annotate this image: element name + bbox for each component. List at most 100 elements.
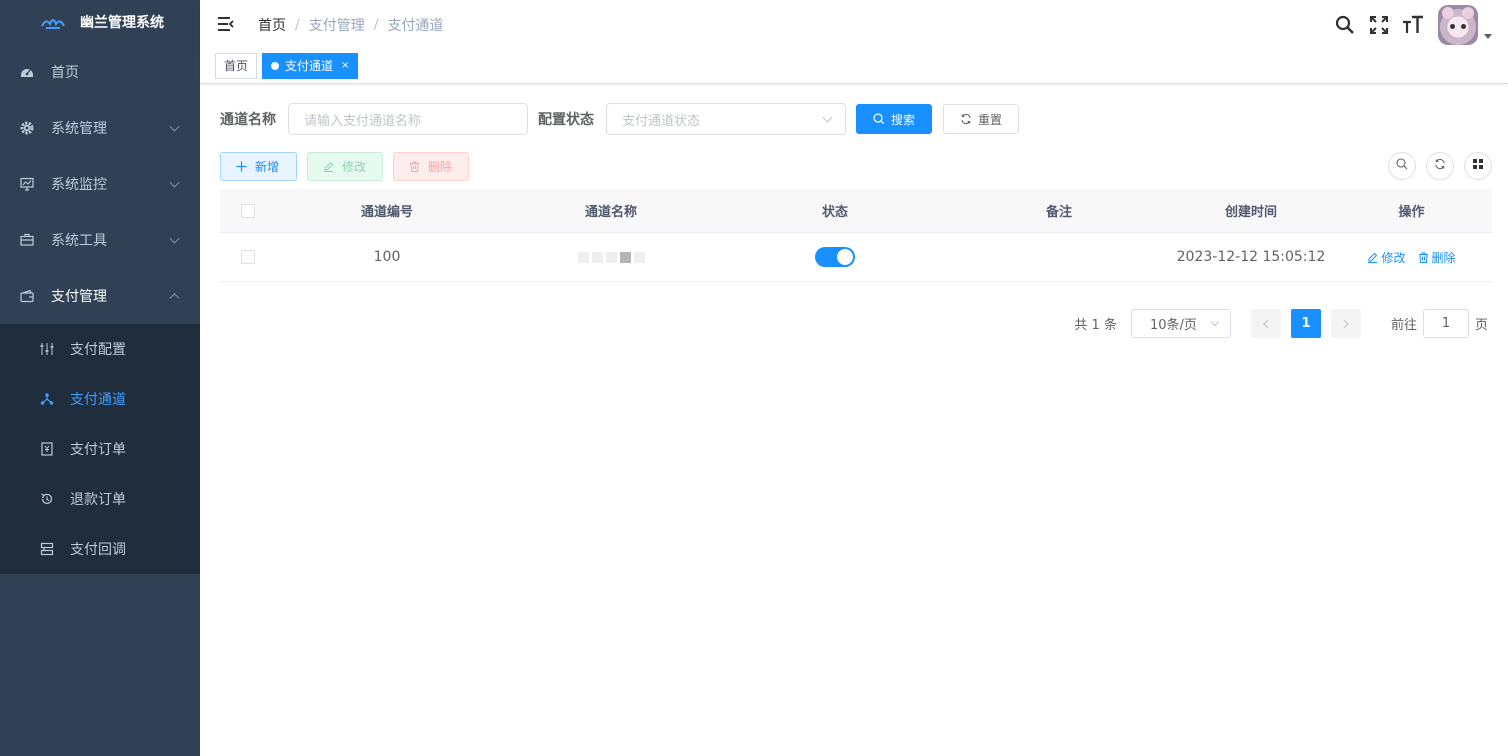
- prev-page-button[interactable]: [1250, 309, 1281, 338]
- blur-block: [633, 251, 645, 263]
- close-icon[interactable]: ×: [341, 54, 349, 78]
- sidebar-item-label: 支付回调: [70, 542, 126, 558]
- dashboard-icon: [20, 65, 34, 79]
- columns-button[interactable]: [1464, 152, 1492, 180]
- reset-button[interactable]: 重置: [943, 104, 1019, 134]
- header-remark: 备注: [1045, 205, 1072, 220]
- add-button[interactable]: 新增: [220, 152, 297, 181]
- grid-icon: [1472, 158, 1484, 174]
- sidebar-item-pay-config[interactable]: 支付配置: [0, 324, 200, 374]
- caret-down-icon[interactable]: [1484, 33, 1492, 39]
- channel-name-input[interactable]: 请输入支付通道名称: [288, 103, 528, 135]
- table-row: 100 2023-12-12 15:05:12 修改 删除: [220, 233, 1492, 282]
- chevron-left-icon: [1263, 319, 1269, 328]
- row-delete-link[interactable]: 删除: [1418, 249, 1456, 266]
- breadcrumb-item-home[interactable]: 首页: [258, 15, 286, 35]
- switch-knob: [837, 249, 853, 265]
- refresh-icon: [960, 113, 972, 125]
- toolbox-icon: [20, 233, 34, 247]
- page-number-current[interactable]: 1: [1290, 309, 1321, 338]
- avatar-ear: [1442, 7, 1454, 19]
- chevron-down-icon: [822, 112, 833, 123]
- edit-button[interactable]: 修改: [307, 152, 383, 181]
- chevron-down-icon: [1210, 317, 1220, 327]
- refresh-button[interactable]: [1426, 152, 1454, 180]
- avatar[interactable]: [1438, 5, 1478, 45]
- toggle-search-button[interactable]: [1388, 152, 1416, 180]
- sidebar-item-refund-order[interactable]: 退款订单: [0, 474, 200, 524]
- status-label: 配置状态: [538, 112, 594, 128]
- breadcrumb-item-payment: 支付管理: [308, 18, 365, 34]
- status-placeholder: 支付通道状态: [622, 113, 701, 129]
- row-delete-label: 删除: [1431, 250, 1456, 265]
- fullscreen-icon[interactable]: [1368, 14, 1390, 36]
- sidebar-item-label: 支付配置: [70, 342, 126, 358]
- plus-icon: [236, 161, 247, 172]
- cell-status: [723, 247, 947, 267]
- toolbar: 新增 修改 删除: [220, 152, 479, 181]
- avatar-eye: [1450, 24, 1455, 29]
- tag-label: 支付通道: [285, 59, 334, 73]
- font-size-icon[interactable]: [1402, 14, 1424, 36]
- chevron-down-icon: [169, 121, 180, 132]
- page-size-select[interactable]: 10条/页: [1130, 309, 1231, 338]
- sidebar-item-label: 系统监控: [51, 177, 107, 193]
- sidebar-item-home[interactable]: 首页: [0, 44, 200, 100]
- chevron-down-icon: [169, 177, 180, 188]
- sidebar-item-pay-callback[interactable]: 支付回调: [0, 524, 200, 574]
- goto-page-input[interactable]: 1: [1422, 309, 1469, 338]
- page-jumper: 前往 1 页: [1391, 309, 1488, 338]
- refresh-icon: [1434, 158, 1446, 174]
- logo[interactable]: 幽兰管理系统: [0, 0, 200, 44]
- sidebar-item-pay-order[interactable]: 支付订单: [0, 424, 200, 474]
- edit-icon: [1367, 252, 1378, 263]
- delete-button[interactable]: 删除: [393, 152, 469, 181]
- active-dot-icon: [271, 62, 279, 70]
- blur-block: [619, 251, 631, 263]
- search-icon: [873, 113, 885, 125]
- header-select-all: [220, 203, 275, 218]
- sidebar-item-payment[interactable]: 支付管理: [0, 268, 200, 324]
- search-form: 通道名称 请输入支付通道名称 配置状态 支付通道状态 搜索 重置: [220, 103, 1019, 135]
- row-edit-link[interactable]: 修改: [1367, 249, 1406, 266]
- sidebar-item-tools[interactable]: 系统工具: [0, 212, 200, 268]
- channel-name-placeholder: 请输入支付通道名称: [304, 113, 422, 129]
- hamburger-icon[interactable]: [216, 14, 236, 34]
- row-edit-label: 修改: [1381, 250, 1406, 265]
- cell-channel-name: [499, 251, 723, 263]
- table-tools: [1378, 152, 1492, 180]
- tag-pay-channel[interactable]: 支付通道 ×: [262, 53, 359, 79]
- cell-actions: 修改 删除: [1331, 249, 1492, 266]
- status-switch[interactable]: [815, 247, 855, 267]
- chevron-down-icon: [169, 233, 180, 244]
- main-content: 通道名称 请输入支付通道名称 配置状态 支付通道状态 搜索 重置 新增 修改 删…: [200, 84, 1508, 756]
- trash-icon: [409, 161, 420, 172]
- status-select[interactable]: 支付通道状态: [606, 103, 846, 135]
- nodes-icon: [40, 392, 54, 406]
- edit-icon: [323, 161, 334, 172]
- select-all-checkbox[interactable]: [240, 203, 255, 218]
- tag-home[interactable]: 首页: [215, 53, 258, 79]
- tags-view: 首页 支付通道 ×: [200, 50, 1508, 84]
- sidebar-item-pay-channel[interactable]: 支付通道: [0, 374, 200, 424]
- channel-table: 通道编号 通道名称 状态 备注 创建时间 操作 100 2023-12-12 1…: [220, 189, 1492, 282]
- search-button-label: 搜索: [890, 112, 915, 127]
- app-title: 幽兰管理系统: [80, 15, 164, 31]
- row-checkbox[interactable]: [240, 250, 255, 264]
- wallet-icon: [20, 289, 34, 303]
- blurred-channel-name: [577, 251, 645, 263]
- sidebar-item-label: 支付管理: [51, 289, 107, 305]
- pagination-total: 共 1 条: [1074, 318, 1117, 333]
- avatar-eye: [1461, 24, 1466, 29]
- search-icon[interactable]: [1334, 14, 1356, 36]
- next-page-button[interactable]: [1330, 309, 1361, 338]
- sidebar-item-label: 首页: [51, 65, 79, 81]
- sidebar-item-system[interactable]: 系统管理: [0, 100, 200, 156]
- sidebar-item-label: 系统工具: [51, 233, 107, 249]
- right-menu: [1322, 0, 1492, 50]
- sidebar-item-label: 支付通道: [70, 392, 126, 408]
- sidebar-item-monitor[interactable]: 系统监控: [0, 156, 200, 212]
- search-button[interactable]: 搜索: [856, 104, 932, 134]
- header-status: 状态: [821, 205, 848, 220]
- cell-channel-id: 100: [373, 249, 401, 265]
